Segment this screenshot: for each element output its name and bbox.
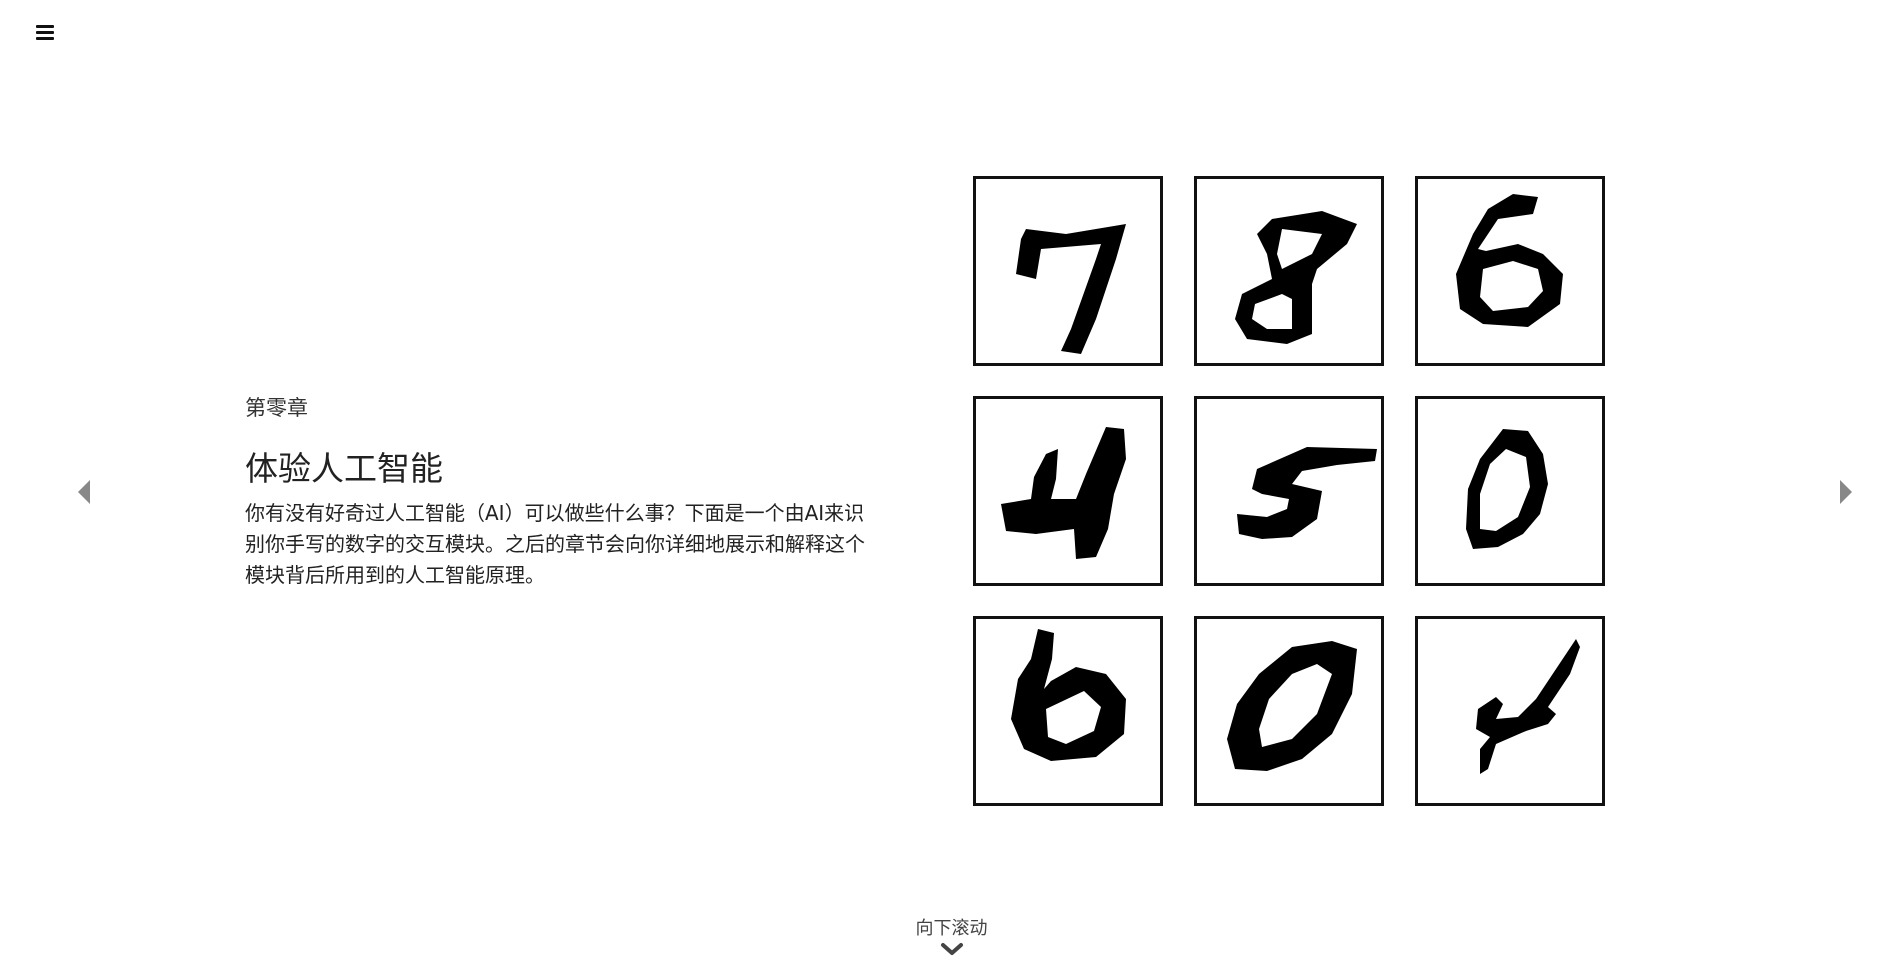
digit-grid	[973, 176, 1613, 808]
digit-cell-4b[interactable]	[1415, 616, 1605, 806]
handwritten-digit-4	[1476, 639, 1580, 774]
digit-cell-0[interactable]	[1415, 396, 1605, 586]
handwritten-digit-6	[1011, 629, 1126, 761]
handwritten-digit-0	[1466, 429, 1548, 549]
next-slide-arrow-icon[interactable]	[1840, 480, 1852, 504]
digit-cell-6[interactable]	[1415, 176, 1605, 366]
digit-cell-0b[interactable]	[1194, 616, 1384, 806]
handwritten-digit-4	[1001, 427, 1126, 559]
digit-cell-5[interactable]	[1194, 396, 1384, 586]
hamburger-menu-icon[interactable]	[36, 22, 58, 42]
scroll-down-hint[interactable]: 向下滚动	[0, 914, 1903, 958]
digit-cell-8[interactable]	[1194, 176, 1384, 366]
digit-cell-6b[interactable]	[973, 616, 1163, 806]
handwritten-digit-0	[1227, 641, 1357, 771]
handwritten-digit-6	[1456, 194, 1563, 327]
handwritten-digit-8	[1235, 211, 1357, 344]
intro-section: 第零章 体验人工智能 你有没有好奇过人工智能（AI）可以做些什么事？下面是一个由…	[245, 392, 865, 591]
intro-description: 你有没有好奇过人工智能（AI）可以做些什么事？下面是一个由AI来识别你手写的数字…	[245, 501, 865, 587]
chevron-down-icon	[940, 943, 963, 955]
page-title: 体验人工智能	[245, 449, 443, 488]
digit-cell-4[interactable]	[973, 396, 1163, 586]
handwritten-digit-7	[1016, 224, 1126, 354]
prev-slide-arrow-icon[interactable]	[78, 480, 90, 504]
digit-cell-7[interactable]	[973, 176, 1163, 366]
scroll-down-label: 向下滚动	[915, 918, 988, 939]
chapter-label: 第零章	[245, 396, 308, 420]
page: 第零章 体验人工智能 你有没有好奇过人工智能（AI）可以做些什么事？下面是一个由…	[0, 0, 1903, 975]
handwritten-digit-5	[1237, 447, 1377, 539]
